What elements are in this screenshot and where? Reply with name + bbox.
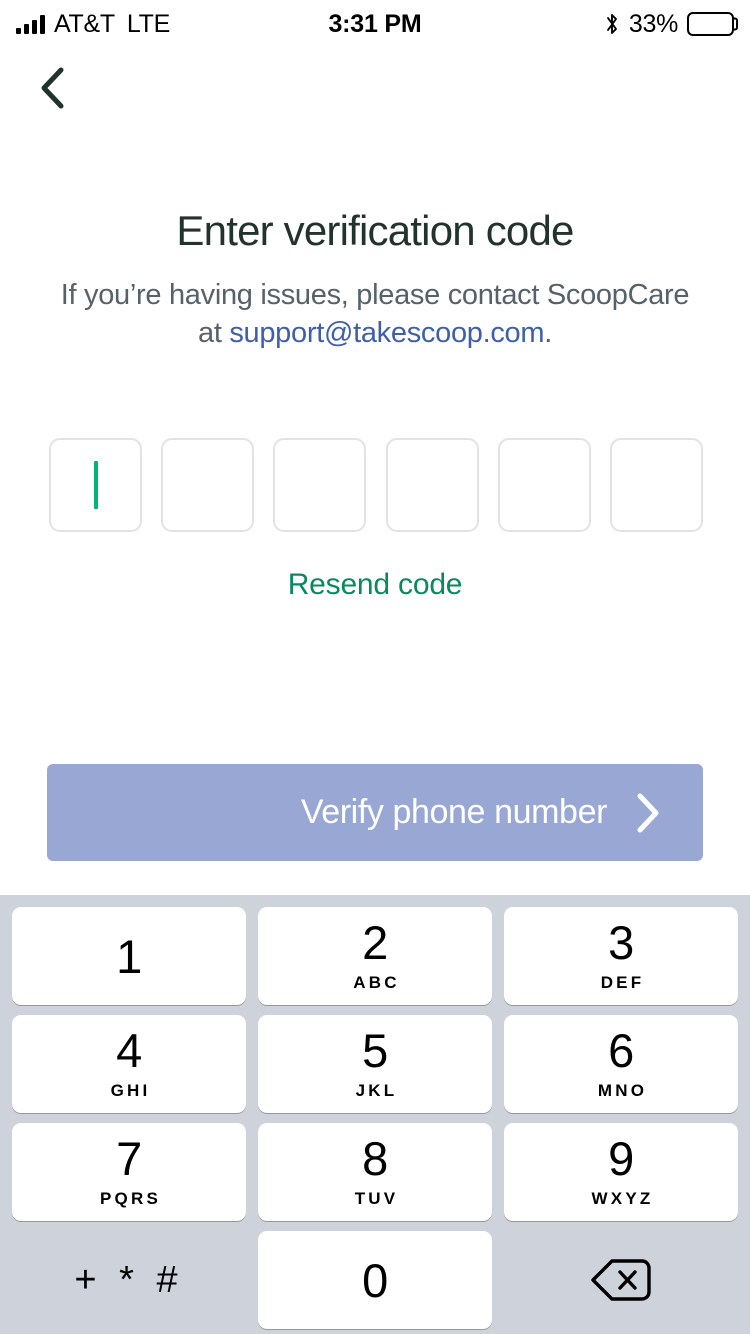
keypad-key-9[interactable]: 9 WXYZ xyxy=(504,1123,738,1221)
keypad-key-0[interactable]: 0 xyxy=(258,1231,492,1329)
numeric-keypad: 1 2 ABC 3 DEF 4 GHI 5 JKL 6 MNO 7 PQRS 8 TUV 9 WXYZ + * #… xyxy=(0,895,750,1334)
keypad-key-symbols[interactable]: + * # xyxy=(12,1231,246,1329)
keypad-key-digit: 5 xyxy=(362,1027,388,1074)
status-bar: AT&T LTE 3:31 PM 33% xyxy=(0,0,750,48)
verification-code-screen: AT&T LTE 3:31 PM 33% Enter verification … xyxy=(0,0,750,1334)
resend-code-link[interactable]: Resend code xyxy=(0,568,750,602)
subtitle-text-after: . xyxy=(544,317,552,349)
keypad-key-4[interactable]: 4 GHI xyxy=(12,1015,246,1113)
keypad-row: + * # 0 xyxy=(6,1231,744,1329)
keypad-key-digit: 0 xyxy=(362,1257,388,1304)
page-subtitle: If you’re having issues, please contact … xyxy=(60,276,690,353)
text-caret xyxy=(94,461,98,509)
keypad-key-1[interactable]: 1 xyxy=(12,907,246,1005)
verification-code-input-group[interactable] xyxy=(49,438,703,532)
keypad-key-8[interactable]: 8 TUV xyxy=(258,1123,492,1221)
bluetooth-icon xyxy=(604,12,620,36)
code-digit-box-2[interactable] xyxy=(161,438,254,532)
navigation-bar xyxy=(0,48,750,132)
keypad-key-digit: 7 xyxy=(116,1135,142,1182)
keypad-key-letters: WXYZ xyxy=(592,1189,654,1209)
battery-icon xyxy=(687,12,734,36)
keypad-key-letters: MNO xyxy=(598,1081,647,1101)
keypad-key-6[interactable]: 6 MNO xyxy=(504,1015,738,1113)
keypad-key-digit: 9 xyxy=(608,1135,634,1182)
keypad-key-digit: 3 xyxy=(608,919,634,966)
keypad-key-letters: JKL xyxy=(356,1081,398,1101)
back-button[interactable] xyxy=(22,58,82,118)
chevron-left-icon xyxy=(35,64,69,112)
keypad-key-backspace[interactable] xyxy=(504,1231,738,1329)
code-digit-box-6[interactable] xyxy=(610,438,703,532)
keypad-key-digit: 4 xyxy=(116,1027,142,1074)
code-digit-box-3[interactable] xyxy=(273,438,366,532)
code-digit-box-5[interactable] xyxy=(498,438,591,532)
keypad-key-digit: 2 xyxy=(362,919,388,966)
battery-percent-label: 33% xyxy=(629,10,678,39)
keypad-row: 1 2 ABC 3 DEF xyxy=(6,907,744,1005)
keypad-row: 4 GHI 5 JKL 6 MNO xyxy=(6,1015,744,1113)
keypad-key-letters: GHI xyxy=(111,1081,151,1101)
keypad-key-3[interactable]: 3 DEF xyxy=(504,907,738,1005)
keypad-key-digit: 8 xyxy=(362,1135,388,1182)
chevron-right-icon xyxy=(633,791,663,835)
code-digit-box-1[interactable] xyxy=(49,438,142,532)
keypad-key-digit: 6 xyxy=(608,1027,634,1074)
keypad-key-2[interactable]: 2 ABC xyxy=(258,907,492,1005)
keypad-key-letters: ABC xyxy=(353,973,399,993)
keypad-key-5[interactable]: 5 JKL xyxy=(258,1015,492,1113)
keypad-key-letters: DEF xyxy=(601,973,645,993)
keypad-key-7[interactable]: 7 PQRS xyxy=(12,1123,246,1221)
code-digit-box-4[interactable] xyxy=(386,438,479,532)
keypad-key-letters: TUV xyxy=(355,1189,399,1209)
keypad-key-letters: PQRS xyxy=(100,1189,161,1209)
keypad-key-digit: 1 xyxy=(116,933,142,980)
backspace-icon xyxy=(590,1257,652,1303)
verify-button-label: Verify phone number xyxy=(301,793,607,832)
keypad-key-symbols-label: + * # xyxy=(74,1261,183,1299)
page-title: Enter verification code xyxy=(0,207,750,255)
verify-phone-number-button[interactable]: Verify phone number xyxy=(47,764,703,861)
status-bar-right: 33% xyxy=(604,10,734,39)
support-email-link[interactable]: support@takescoop.com xyxy=(229,317,544,349)
keypad-row: 7 PQRS 8 TUV 9 WXYZ xyxy=(6,1123,744,1221)
